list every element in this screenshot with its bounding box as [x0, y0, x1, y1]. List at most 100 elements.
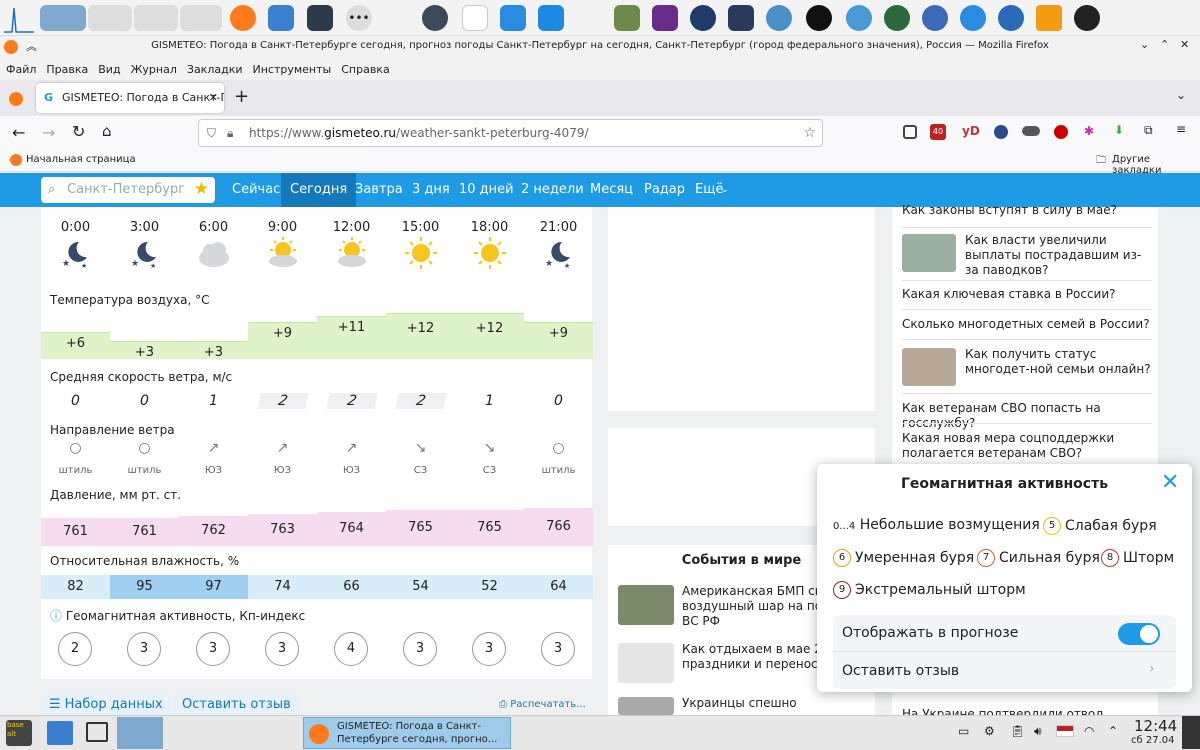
app-icon-9[interactable]	[960, 5, 986, 31]
reload-icon[interactable]: ↻	[72, 122, 85, 141]
menu-view[interactable]: Вид	[98, 63, 120, 76]
taskbar-window-firefox[interactable]: GISMETEO: Погода в Санкт-Петербурге сего…	[303, 717, 511, 749]
news-thumbnail[interactable]	[902, 234, 956, 272]
yandex-disk-icon[interactable]: yD	[962, 124, 980, 138]
nav-2-weeks[interactable]: 2 недели	[521, 173, 584, 207]
workspace-pager[interactable]	[117, 717, 163, 749]
sidebar-news-item[interactable]: Какая новая мера соцподдержки полагается…	[902, 431, 1152, 461]
volume-icon[interactable]: 🔊︎	[1034, 724, 1042, 739]
sidebar-news-item[interactable]: Какая ключевая ставка в России?	[902, 287, 1152, 302]
workspace-2[interactable]	[88, 5, 132, 31]
yandex-browser-icon[interactable]	[998, 5, 1024, 31]
popup-feedback-link[interactable]: Оставить отзыв	[842, 663, 959, 679]
geomagnetic-index[interactable]: 3	[403, 632, 437, 666]
sidebar-news-item[interactable]: Сколько многодетных семей в России?	[902, 317, 1152, 332]
nav-more[interactable]: Ещё	[695, 173, 723, 207]
workspace-1[interactable]	[40, 5, 86, 31]
back-icon[interactable]: ←	[12, 123, 25, 142]
news-thumbnail[interactable]	[618, 643, 674, 683]
gimp-icon[interactable]	[614, 5, 640, 31]
nav-3-days[interactable]: 3 дня	[412, 173, 450, 207]
extension-icon-3[interactable]	[1054, 125, 1068, 139]
show-desktop-corner[interactable]	[1182, 716, 1200, 749]
forward-icon[interactable]: →	[42, 123, 55, 142]
app-menu-icon[interactable]: ≡	[1176, 122, 1186, 136]
sidebar-news-item[interactable]: Как ветеранам СВО попасть на госслужбу?	[902, 401, 1152, 431]
news-thumbnail[interactable]	[618, 697, 674, 715]
menu-bookmarks[interactable]: Закладки	[187, 63, 243, 76]
start-menu-icon[interactable]: base alt	[6, 720, 32, 746]
list-tabs-icon[interactable]: ⌄	[1176, 88, 1186, 102]
geomagnetic-index[interactable]: 4	[334, 632, 368, 666]
info-icon[interactable]: ⓘ	[50, 609, 62, 623]
menu-edit[interactable]: Правка	[46, 63, 88, 76]
show-desktop-icon[interactable]	[86, 722, 108, 742]
bookmark-home[interactable]: Начальная страница	[26, 154, 136, 165]
clock-time[interactable]: 12:44	[1134, 717, 1177, 735]
sidebar-news-item[interactable]: Как законы вступят в силу в мае?	[902, 203, 1152, 218]
firefox-view-icon[interactable]	[9, 92, 23, 106]
app-icon-5[interactable]	[766, 5, 792, 31]
sidebar-news-item[interactable]: Как власти увеличили выплаты пострадавши…	[965, 233, 1155, 278]
adblock-icon[interactable]: 40	[930, 124, 946, 140]
terminal-icon[interactable]	[307, 5, 333, 31]
audio-icon[interactable]	[690, 5, 716, 31]
settings-icon[interactable]: ⚙	[984, 724, 995, 738]
geomagnetic-index[interactable]: 3	[265, 632, 299, 666]
minimize-icon[interactable]: ⌄	[1140, 38, 1149, 51]
app-icon-2[interactable]	[500, 5, 526, 31]
workspace-4[interactable]	[180, 5, 222, 31]
menu-file[interactable]: Файл	[6, 63, 36, 76]
file-manager-icon[interactable]	[47, 721, 73, 745]
wifi-icon[interactable]: ◠	[1084, 724, 1094, 738]
menu-help[interactable]: Справка	[341, 63, 389, 76]
clipboard-icon[interactable]: 📋︎	[1010, 724, 1025, 738]
video-editor-icon[interactable]	[728, 5, 754, 31]
new-tab-button[interactable]: +	[234, 86, 249, 107]
firefox-icon[interactable]	[230, 5, 256, 31]
close-icon[interactable]: ✕	[1161, 470, 1179, 495]
app-icon-3[interactable]	[538, 5, 564, 31]
more-apps-icon[interactable]: •••	[346, 5, 372, 31]
extension-icon-1[interactable]	[994, 125, 1008, 139]
nav-today[interactable]: Сегодня	[281, 173, 357, 207]
nav-10-days[interactable]: 10 дней	[459, 173, 514, 207]
tab-gismeteo[interactable]: G GISMETEO: Погода в Санкт-Пет ✕	[36, 83, 224, 113]
news-thumbnail[interactable]	[902, 348, 956, 386]
close-icon[interactable]: ✕	[1180, 38, 1189, 51]
url-bar[interactable]: ⛉ 🔒︎ https://www.gismeteo.ru/weather-san…	[198, 119, 823, 147]
app-icon-4[interactable]	[652, 5, 678, 31]
city-search-input[interactable]: ⌕ Санкт-Петербург ★	[41, 177, 215, 203]
extension-icon-2[interactable]	[1022, 126, 1040, 136]
pocket-icon[interactable]	[903, 125, 917, 139]
tab-close-icon[interactable]: ✕	[209, 83, 218, 113]
extensions-icon[interactable]: ⧉	[1144, 123, 1153, 138]
package-icon[interactable]: ▭	[958, 724, 969, 738]
download-icon[interactable]: ⬇	[1114, 123, 1124, 137]
app-icon-7[interactable]	[884, 5, 910, 31]
chevron-up-icon[interactable]: ⌃	[1108, 724, 1118, 738]
sidebar-news-item[interactable]: Как получить статус многодет-ной семьи о…	[965, 347, 1155, 377]
app-icon-6[interactable]	[806, 5, 832, 31]
app-icon-1[interactable]	[422, 5, 448, 31]
show-in-forecast-toggle[interactable]	[1118, 623, 1160, 645]
bookmark-star-icon[interactable]: ☆	[803, 120, 816, 146]
geomagnetic-index[interactable]: 3	[127, 632, 161, 666]
geomagnetic-index[interactable]: 2	[58, 632, 92, 666]
menu-tools[interactable]: Инструменты	[253, 63, 332, 76]
geomagnetic-index[interactable]: 3	[196, 632, 230, 666]
webcam-icon[interactable]	[846, 5, 872, 31]
document-icon[interactable]	[462, 5, 488, 31]
extension-icon-4[interactable]: ✱	[1084, 124, 1094, 138]
event-item[interactable]: Украинцы спешно эвакуируются	[682, 696, 870, 713]
nav-radar[interactable]: Радар	[644, 173, 685, 207]
home-icon[interactable]: ⌂	[102, 122, 112, 140]
nav-tomorrow[interactable]: Завтра	[355, 173, 403, 207]
workspace-3[interactable]	[134, 5, 178, 31]
nav-now[interactable]: Сейчас	[232, 173, 280, 207]
nav-month[interactable]: Месяц	[590, 173, 633, 207]
favorite-star-icon[interactable]: ★	[194, 176, 209, 202]
sidebar-news-item[interactable]: На Украине подтвердили отвод Abrams	[902, 707, 1152, 715]
vlc-icon[interactable]	[1036, 5, 1062, 31]
app-icon-10[interactable]	[1074, 5, 1100, 31]
